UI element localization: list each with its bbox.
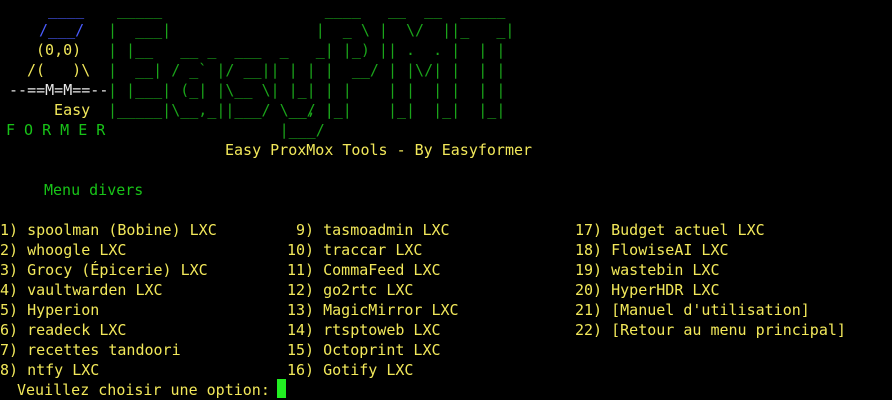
owl-art-line-7: F O R M E R	[6, 121, 106, 139]
menu-option-22[interactable]: 22) [Retour au menu principal]	[575, 320, 846, 340]
menu-option-16[interactable]: 16) Gotify LXC	[287, 360, 413, 380]
menu-option-7[interactable]: 7) recettes tandoori	[0, 340, 181, 360]
menu-option-1[interactable]: 1) spoolman (Bobine) LXC	[0, 220, 217, 240]
menu-option-15[interactable]: 15) Octoprint LXC	[287, 340, 441, 360]
banner-line-2: | ___| | _ \ | \/ ||_ _|	[108, 21, 515, 39]
menu-option-14[interactable]: 14) rtsptoweb LXC	[287, 320, 441, 340]
menu-option-4[interactable]: 4) vaultwarden LXC	[0, 280, 163, 300]
banner-line-8: |___/	[108, 121, 325, 139]
owl-art-line-4: /( )\	[18, 61, 91, 79]
menu-option-13[interactable]: 13) MagicMirror LXC	[287, 300, 459, 320]
banner-line-7: __/ |	[108, 101, 334, 119]
menu-option-21[interactable]: 21) [Manuel d'utilisation]	[575, 300, 810, 320]
menu-option-8[interactable]: 8) ntfy LXC	[0, 360, 99, 380]
menu-option-18[interactable]: 18) FlowiseAI LXC	[575, 240, 729, 260]
menu-option-5[interactable]: 5) Hyperion	[0, 300, 99, 320]
banner-line-1: _____ ____ __ __ _____	[108, 1, 506, 19]
menu-option-10[interactable]: 10) traccar LXC	[287, 240, 422, 260]
banner-line-3: | |__ __ _ ___ _ _| |_) || . . | | |	[108, 41, 506, 59]
input-prompt: Veuillez choisir une option:	[17, 381, 279, 399]
menu-option-3[interactable]: 3) Grocy (Épicerie) LXC	[0, 260, 208, 280]
terminal-cursor[interactable]	[277, 379, 286, 398]
menu-option-9[interactable]: 9) tasmoadmin LXC	[287, 220, 450, 240]
owl-art-line-2: /___/	[30, 21, 85, 39]
menu-option-12[interactable]: 12) go2rtc LXC	[287, 280, 413, 300]
menu-option-19[interactable]: 19) wastebin LXC	[575, 260, 720, 280]
app-subtitle: Easy ProxMox Tools - By Easyformer	[225, 141, 533, 159]
menu-option-20[interactable]: 20) HyperHDR LXC	[575, 280, 720, 300]
section-title: Menu divers	[44, 181, 144, 199]
owl-art-line-3: (0,0)	[27, 41, 82, 59]
owl-art-line-5: --==M=M==--	[0, 81, 109, 99]
banner-line-5: | |___| (_| |\__ \| |_| | | | | | | | |	[108, 81, 506, 99]
menu-option-11[interactable]: 11) CommaFeed LXC	[287, 260, 441, 280]
owl-art-line-6: Easy	[36, 101, 91, 119]
menu-option-2[interactable]: 2) whoogle LXC	[0, 240, 126, 260]
menu-option-6[interactable]: 6) readeck LXC	[0, 320, 126, 340]
menu-option-17[interactable]: 17) Budget actuel LXC	[575, 220, 765, 240]
owl-art-line-1: ____	[30, 1, 85, 19]
banner-line-4: | __| / _` |/ __|| | | | __/ | |\/| | | …	[108, 61, 506, 79]
